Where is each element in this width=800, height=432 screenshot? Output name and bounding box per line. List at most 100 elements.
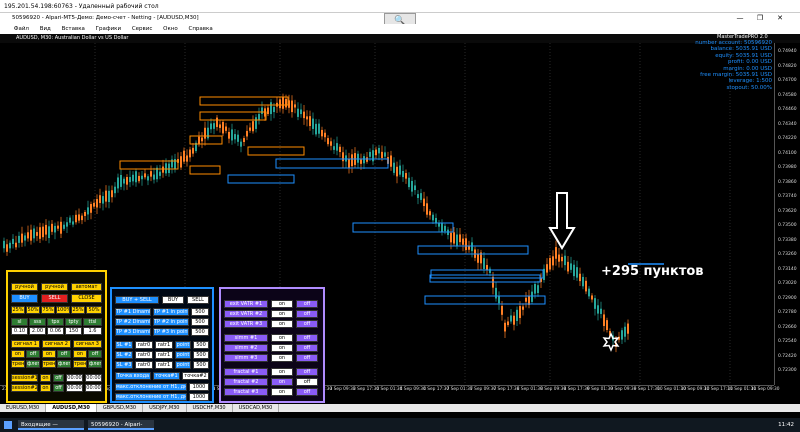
price-axis[interactable]: 0.74940 0.74820 0.74700 0.74580 0.74460 0.743… [774,43,800,385]
tp3-dynamic-button[interactable]: TP #3 Dinamic [115,328,151,336]
tab-gbpusd[interactable]: GBPUSD,M30 [97,404,144,412]
buy-only-button[interactable]: BUY [162,296,184,304]
session-1-start-input[interactable]: 00:00 [66,374,83,382]
simm-1-off-button[interactable]: off [296,334,318,342]
menu-insert[interactable]: Вставка [62,26,85,32]
exit-vatr-3-off-button[interactable]: off [296,320,318,328]
menu-tools[interactable]: Сервис [132,26,153,32]
sl3-ratr0-button[interactable]: ratr0 [135,361,153,369]
sl3-ratr1-button[interactable]: ratr1 [155,361,173,369]
sl1-input[interactable]: 500 [193,341,209,349]
entry-point-1-button[interactable]: точка#1 [153,372,180,380]
tp2-dynamic-button[interactable]: TP #2 Dinamic [115,318,151,326]
fractal-1-on-button[interactable]: on [271,368,293,376]
session-2-end-input[interactable]: 00:00 [85,384,102,392]
fractal-3-on-button[interactable]: on [271,388,293,396]
menu-file[interactable]: Файл [14,26,29,32]
pct-button[interactable]: 50% [26,306,40,314]
session-2-off-button[interactable]: off [53,384,64,392]
pct-button[interactable]: 25% [71,306,85,314]
taskbar-mt5-item[interactable]: 50596920 - Alpari-MT5... [88,420,154,430]
sl1-point-button[interactable]: point [175,341,191,349]
flat-button[interactable]: флет [57,360,71,368]
sell-only-button[interactable]: SELL [187,296,209,304]
tp1-dynamic-button[interactable]: TP #1 Dinamic [115,308,151,316]
simm-2-on-button[interactable]: on [271,344,293,352]
fractal-2-on-button[interactable]: on [271,378,293,386]
param-input[interactable]: 150 [65,327,82,335]
trend-button[interactable]: тренд [42,360,56,368]
param-input[interactable]: 0.06 [47,327,64,335]
session-1-on-button[interactable]: on [40,374,51,382]
buy-button[interactable]: BUY [11,294,38,303]
menu-help[interactable]: Справка [189,26,213,32]
pct-button[interactable]: 100% [56,306,70,314]
session-2-on-button[interactable]: on [40,384,51,392]
param-input[interactable]: 2.00 [29,327,46,335]
fractal-1-off-button[interactable]: off [296,368,318,376]
menu-charts[interactable]: Графики [96,26,121,32]
tp1-point-button[interactable]: TP #1 in point [153,308,189,316]
param-input[interactable]: 0.10 [11,327,28,335]
maximize-button[interactable]: ❐ [752,13,768,24]
exit-vatr-1-off-button[interactable]: off [296,300,318,308]
menu-view[interactable]: Вид [40,26,51,32]
fractal-2-off-button[interactable]: off [296,378,318,386]
tab-audusd[interactable]: AUDUSD,M30 [46,404,97,412]
start-icon[interactable] [4,421,12,429]
sl1-ratr0-button[interactable]: ratr0 [135,341,153,349]
pct-button[interactable]: 25% [11,306,25,314]
sl3-point-button[interactable]: point [175,361,191,369]
flat-button[interactable]: флет [26,360,40,368]
pct-button[interactable]: 50% [86,306,102,314]
simm-3-off-button[interactable]: off [296,354,318,362]
signal-on-button[interactable]: on [73,350,87,358]
sl2-input[interactable]: 500 [193,351,209,359]
sl2-ratr0-button[interactable]: ratr0 [135,351,153,359]
simm-2-off-button[interactable]: off [296,344,318,352]
signal-off-button[interactable]: off [26,350,40,358]
tp3-point-button[interactable]: TP #3 in point [153,328,189,336]
tp1-input[interactable]: 500 [191,308,209,316]
tab-eurusd[interactable]: EURUSD,M30 [0,404,47,412]
close-button[interactable]: ✕ [772,13,788,24]
exit-vatr-2-on-button[interactable]: on [271,310,293,318]
tab-usdchf[interactable]: USDCHF,M30 [187,404,233,412]
minimize-button[interactable]: — [732,13,748,24]
mode-manual-2-button[interactable]: ручной [41,283,68,291]
taskbar-browser-item[interactable]: Входящие — Яндекс... [18,420,84,430]
exit-vatr-1-on-button[interactable]: on [271,300,293,308]
sl3-input[interactable]: 500 [193,361,209,369]
max-deviation-2-input[interactable]: 1000 [189,393,209,401]
session-1-end-input[interactable]: 00:00 [85,374,102,382]
param-input[interactable]: 1.6 [83,327,102,335]
flat-button[interactable]: флет [88,360,102,368]
tp2-input[interactable]: 500 [191,318,209,326]
buy-sell-button[interactable]: BUY + SELL [115,296,159,304]
tp2-point-button[interactable]: TP #2 in point [153,318,189,326]
sl2-point-button[interactable]: point [175,351,191,359]
session-1-off-button[interactable]: off [53,374,64,382]
signal-on-button[interactable]: on [11,350,25,358]
simm-3-on-button[interactable]: on [271,354,293,362]
chart-window[interactable]: AUDUSD, M30: Australian Dollar vs US Dol… [0,34,800,404]
entry-point-2-button[interactable]: точка#2 [182,372,209,380]
trend-button[interactable]: тренд [11,360,25,368]
trend-button[interactable]: тренд [73,360,87,368]
tp3-input[interactable]: 500 [191,328,209,336]
tab-usdjpy[interactable]: USDJPY,M30 [143,404,187,412]
sl2-ratr1-button[interactable]: ratr1 [155,351,173,359]
exit-vatr-2-off-button[interactable]: off [296,310,318,318]
sl1-ratr1-button[interactable]: ratr1 [155,341,173,349]
pct-button[interactable]: 75% [41,306,55,314]
sell-button[interactable]: SELL [41,294,68,303]
fractal-3-off-button[interactable]: off [296,388,318,396]
simm-1-on-button[interactable]: on [271,334,293,342]
menu-window[interactable]: Окно [163,26,178,32]
max-deviation-1-input[interactable]: 1000 [189,383,209,391]
exit-vatr-3-on-button[interactable]: on [271,320,293,328]
tab-usdcad[interactable]: USDCAD,M30 [233,404,280,412]
mode-manual-1-button[interactable]: ручной [11,283,38,291]
mode-auto-button[interactable]: автомат [71,283,102,291]
close-position-button[interactable]: CLOSE [71,294,102,303]
